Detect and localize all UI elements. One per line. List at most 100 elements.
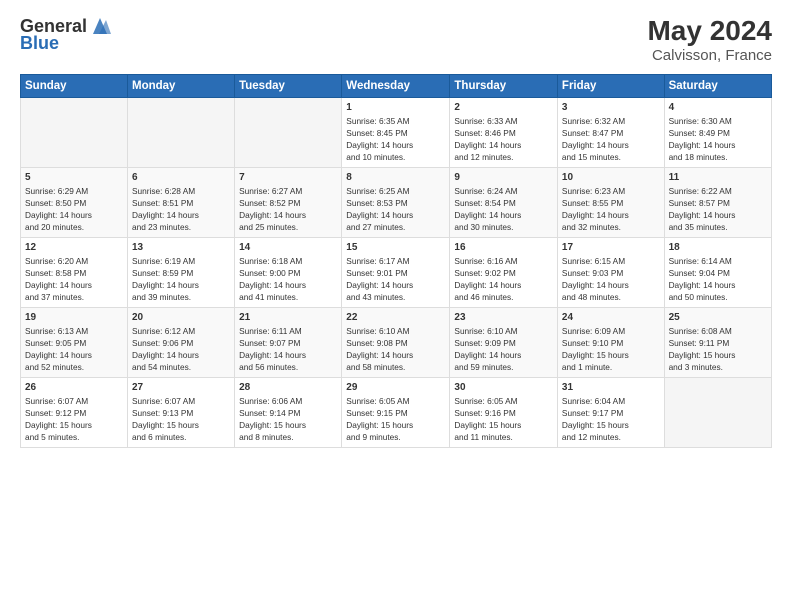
weekday-header-saturday: Saturday xyxy=(664,74,771,97)
weekday-header-thursday: Thursday xyxy=(450,74,558,97)
day-number: 4 xyxy=(669,102,767,113)
day-number: 5 xyxy=(25,172,123,183)
header: General Blue May 2024 Calvisson, France xyxy=(20,16,772,64)
day-info: Sunrise: 6:08 AMSunset: 9:11 PMDaylight:… xyxy=(669,325,767,373)
day-info: Sunrise: 6:19 AMSunset: 8:59 PMDaylight:… xyxy=(132,255,230,303)
day-number: 6 xyxy=(132,172,230,183)
day-info: Sunrise: 6:10 AMSunset: 9:09 PMDaylight:… xyxy=(454,325,553,373)
calendar-cell: 4 Sunrise: 6:30 AMSunset: 8:49 PMDaylight… xyxy=(664,97,771,167)
calendar-cell: 19 Sunrise: 6:13 AMSunset: 9:05 PMDayligh… xyxy=(21,307,128,377)
week-row-1: 1 Sunrise: 6:35 AMSunset: 8:45 PMDaylight… xyxy=(21,97,772,167)
day-info: Sunrise: 6:13 AMSunset: 9:05 PMDaylight:… xyxy=(25,325,123,373)
day-info: Sunrise: 6:05 AMSunset: 9:15 PMDaylight:… xyxy=(346,395,445,443)
weekday-header-monday: Monday xyxy=(128,74,235,97)
day-info: Sunrise: 6:15 AMSunset: 9:03 PMDaylight:… xyxy=(562,255,660,303)
calendar-cell: 5 Sunrise: 6:29 AMSunset: 8:50 PMDaylight… xyxy=(21,167,128,237)
day-info: Sunrise: 6:12 AMSunset: 9:06 PMDaylight:… xyxy=(132,325,230,373)
calendar-cell: 13 Sunrise: 6:19 AMSunset: 8:59 PMDayligh… xyxy=(128,237,235,307)
day-info: Sunrise: 6:27 AMSunset: 8:52 PMDaylight:… xyxy=(239,185,337,233)
day-number: 15 xyxy=(346,242,445,253)
calendar-cell: 2Sunrise: 6:33 AMSunset: 8:46 PMDaylight… xyxy=(450,97,558,167)
day-info: Sunrise: 6:33 AMSunset: 8:46 PMDaylight:… xyxy=(454,115,553,163)
calendar-cell: 25 Sunrise: 6:08 AMSunset: 9:11 PMDayligh… xyxy=(664,307,771,377)
day-number: 13 xyxy=(132,242,230,253)
calendar-cell xyxy=(664,378,771,448)
day-number: 31 xyxy=(562,382,660,393)
calendar-cell: 20 Sunrise: 6:12 AMSunset: 9:06 PMDayligh… xyxy=(128,307,235,377)
calendar-cell: 21 Sunrise: 6:11 AMSunset: 9:07 PMDayligh… xyxy=(235,307,342,377)
weekday-header-friday: Friday xyxy=(557,74,664,97)
day-number: 26 xyxy=(25,382,123,393)
day-number: 1 xyxy=(346,102,445,113)
calendar-cell: 29 Sunrise: 6:05 AMSunset: 9:15 PMDayligh… xyxy=(342,378,450,448)
day-number: 22 xyxy=(346,312,445,323)
day-number: 16 xyxy=(454,242,553,253)
day-number: 14 xyxy=(239,242,337,253)
logo: General Blue xyxy=(20,16,111,54)
day-number: 9 xyxy=(454,172,553,183)
day-info: Sunrise: 6:29 AMSunset: 8:50 PMDaylight:… xyxy=(25,185,123,233)
day-number: 7 xyxy=(239,172,337,183)
day-number: 21 xyxy=(239,312,337,323)
day-number: 3 xyxy=(562,102,660,113)
day-info: Sunrise: 6:35 AMSunset: 8:45 PMDaylight:… xyxy=(346,115,445,163)
day-info: Sunrise: 6:04 AMSunset: 9:17 PMDaylight:… xyxy=(562,395,660,443)
title-section: May 2024 Calvisson, France xyxy=(647,16,772,64)
calendar-cell: 17 Sunrise: 6:15 AMSunset: 9:03 PMDayligh… xyxy=(557,237,664,307)
day-info: Sunrise: 6:10 AMSunset: 9:08 PMDaylight:… xyxy=(346,325,445,373)
calendar-cell: 9Sunrise: 6:24 AMSunset: 8:54 PMDaylight… xyxy=(450,167,558,237)
calendar-cell: 11 Sunrise: 6:22 AMSunset: 8:57 PMDayligh… xyxy=(664,167,771,237)
page: General Blue May 2024 Calvisson, France … xyxy=(0,0,792,458)
day-info: Sunrise: 6:07 AMSunset: 9:12 PMDaylight:… xyxy=(25,395,123,443)
day-number: 24 xyxy=(562,312,660,323)
day-number: 29 xyxy=(346,382,445,393)
day-number: 12 xyxy=(25,242,123,253)
calendar-cell: 1 Sunrise: 6:35 AMSunset: 8:45 PMDaylight… xyxy=(342,97,450,167)
logo-icon xyxy=(89,16,111,36)
day-info: Sunrise: 6:30 AMSunset: 8:49 PMDaylight:… xyxy=(669,115,767,163)
day-info: Sunrise: 6:06 AMSunset: 9:14 PMDaylight:… xyxy=(239,395,337,443)
calendar-cell: 16 Sunrise: 6:16 AMSunset: 9:02 PMDayligh… xyxy=(450,237,558,307)
day-info: Sunrise: 6:22 AMSunset: 8:57 PMDaylight:… xyxy=(669,185,767,233)
day-info: Sunrise: 6:09 AMSunset: 9:10 PMDaylight:… xyxy=(562,325,660,373)
week-row-4: 19 Sunrise: 6:13 AMSunset: 9:05 PMDayligh… xyxy=(21,307,772,377)
weekday-header-wednesday: Wednesday xyxy=(342,74,450,97)
location-title: Calvisson, France xyxy=(647,47,772,64)
calendar-cell: 12Sunrise: 6:20 AMSunset: 8:58 PMDayligh… xyxy=(21,237,128,307)
calendar-cell: 23Sunrise: 6:10 AMSunset: 9:09 PMDayligh… xyxy=(450,307,558,377)
day-info: Sunrise: 6:07 AMSunset: 9:13 PMDaylight:… xyxy=(132,395,230,443)
weekday-header-sunday: Sunday xyxy=(21,74,128,97)
day-number: 25 xyxy=(669,312,767,323)
logo-blue: Blue xyxy=(20,33,59,54)
calendar: SundayMondayTuesdayWednesdayThursdayFrid… xyxy=(20,74,772,448)
week-row-5: 26 Sunrise: 6:07 AMSunset: 9:12 PMDayligh… xyxy=(21,378,772,448)
day-number: 30 xyxy=(454,382,553,393)
calendar-cell: 22 Sunrise: 6:10 AMSunset: 9:08 PMDayligh… xyxy=(342,307,450,377)
calendar-cell: 6 Sunrise: 6:28 AMSunset: 8:51 PMDaylight… xyxy=(128,167,235,237)
calendar-cell: 15Sunrise: 6:17 AMSunset: 9:01 PMDayligh… xyxy=(342,237,450,307)
calendar-cell xyxy=(235,97,342,167)
calendar-cell: 10 Sunrise: 6:23 AMSunset: 8:55 PMDayligh… xyxy=(557,167,664,237)
calendar-cell: 3Sunrise: 6:32 AMSunset: 8:47 PMDaylight… xyxy=(557,97,664,167)
day-number: 10 xyxy=(562,172,660,183)
calendar-cell: 18 Sunrise: 6:14 AMSunset: 9:04 PMDayligh… xyxy=(664,237,771,307)
day-info: Sunrise: 6:11 AMSunset: 9:07 PMDaylight:… xyxy=(239,325,337,373)
calendar-cell xyxy=(128,97,235,167)
day-number: 20 xyxy=(132,312,230,323)
day-info: Sunrise: 6:23 AMSunset: 8:55 PMDaylight:… xyxy=(562,185,660,233)
weekday-header-row: SundayMondayTuesdayWednesdayThursdayFrid… xyxy=(21,74,772,97)
day-number: 27 xyxy=(132,382,230,393)
day-info: Sunrise: 6:28 AMSunset: 8:51 PMDaylight:… xyxy=(132,185,230,233)
day-number: 11 xyxy=(669,172,767,183)
calendar-cell: 7 Sunrise: 6:27 AMSunset: 8:52 PMDaylight… xyxy=(235,167,342,237)
day-number: 17 xyxy=(562,242,660,253)
calendar-cell: 24 Sunrise: 6:09 AMSunset: 9:10 PMDayligh… xyxy=(557,307,664,377)
calendar-cell: 30Sunrise: 6:05 AMSunset: 9:16 PMDayligh… xyxy=(450,378,558,448)
day-number: 28 xyxy=(239,382,337,393)
day-info: Sunrise: 6:14 AMSunset: 9:04 PMDaylight:… xyxy=(669,255,767,303)
calendar-cell: 27 Sunrise: 6:07 AMSunset: 9:13 PMDayligh… xyxy=(128,378,235,448)
day-info: Sunrise: 6:16 AMSunset: 9:02 PMDaylight:… xyxy=(454,255,553,303)
day-number: 18 xyxy=(669,242,767,253)
calendar-cell: 28 Sunrise: 6:06 AMSunset: 9:14 PMDayligh… xyxy=(235,378,342,448)
day-number: 19 xyxy=(25,312,123,323)
